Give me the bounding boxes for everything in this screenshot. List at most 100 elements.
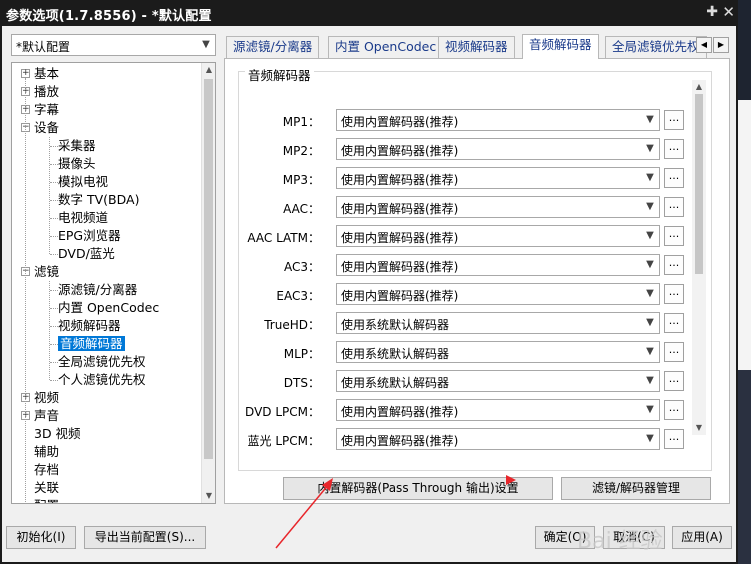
decoder-select[interactable]: 使用内置解码器(推荐) ▼ bbox=[336, 225, 660, 247]
tree-scrollbar[interactable]: ▲ ▼ bbox=[201, 63, 215, 503]
tree-item[interactable]: 采集器 bbox=[58, 137, 96, 155]
tree-item-label: 全局滤镜优先权 bbox=[58, 354, 146, 369]
tree-item-label: 声音 bbox=[34, 408, 60, 423]
scroll-up-icon[interactable]: ▲ bbox=[692, 80, 706, 94]
pin-icon[interactable]: ✚ bbox=[706, 4, 718, 20]
tree-item[interactable]: 摄像头 bbox=[58, 155, 96, 173]
background-app-strip-light bbox=[738, 100, 751, 370]
decoder-options-button[interactable]: ... bbox=[664, 168, 684, 188]
decoder-select-value: 使用内置解码器(推荐) bbox=[341, 405, 459, 419]
decoder-options-button[interactable]: ... bbox=[664, 284, 684, 304]
chevron-down-icon: ▼ bbox=[646, 172, 654, 183]
decoder-select-value: 使用内置解码器(推荐) bbox=[341, 173, 459, 187]
tree-item[interactable]: 声音 bbox=[34, 407, 59, 425]
tree-item[interactable]: 音频解码器 bbox=[58, 335, 125, 353]
decoder-label: AC3： bbox=[283, 260, 320, 274]
scroll-up-icon[interactable]: ▲ bbox=[202, 63, 215, 77]
decoder-options-button[interactable]: ... bbox=[664, 197, 684, 217]
decoder-options-button[interactable]: ... bbox=[664, 429, 684, 449]
decoder-options-button[interactable]: ... bbox=[664, 313, 684, 333]
tree-item-label: 视频 bbox=[34, 390, 60, 405]
tree-item[interactable]: 播放 bbox=[34, 83, 59, 101]
decoder-select-value: 使用系统默认解码器 bbox=[341, 376, 450, 390]
export-config-button[interactable]: 导出当前配置(S)... bbox=[84, 526, 206, 549]
tree-expander-icon[interactable]: + bbox=[21, 69, 30, 78]
chevron-down-icon: ▼ bbox=[646, 288, 654, 299]
scroll-thumb[interactable] bbox=[204, 79, 213, 459]
tree-item-label: 字幕 bbox=[34, 102, 60, 117]
decoder-label: 蓝光 LPCM： bbox=[247, 434, 320, 448]
decoder-select[interactable]: 使用内置解码器(推荐) ▼ bbox=[336, 109, 660, 131]
tree-item-label: 基本 bbox=[34, 66, 60, 81]
decoder-options-button[interactable]: ... bbox=[664, 255, 684, 275]
tree-item[interactable]: 基本 bbox=[34, 65, 59, 83]
tree-item[interactable]: 关联 bbox=[34, 479, 59, 497]
tab[interactable]: 全局滤镜优先权 bbox=[605, 36, 707, 58]
decoder-select[interactable]: 使用内置解码器(推荐) ▼ bbox=[336, 254, 660, 276]
close-icon[interactable]: ✕ bbox=[722, 3, 735, 21]
tree-item[interactable]: DVD/蓝光 bbox=[58, 245, 115, 263]
decoder-select-value: 使用系统默认解码器 bbox=[341, 347, 450, 361]
decoder-select[interactable]: 使用内置解码器(推荐) ▼ bbox=[336, 399, 660, 421]
chevron-down-icon: ▼ bbox=[646, 230, 654, 241]
decoder-select[interactable]: 使用内置解码器(推荐) ▼ bbox=[336, 196, 660, 218]
tree-item[interactable]: 源滤镜/分离器 bbox=[58, 281, 137, 299]
decoder-select[interactable]: 使用内置解码器(推荐) ▼ bbox=[336, 167, 660, 189]
decoder-select-value: 使用内置解码器(推荐) bbox=[341, 231, 459, 245]
tree-item[interactable]: 存档 bbox=[34, 461, 59, 479]
tree-item[interactable]: 3D 视频 bbox=[34, 425, 81, 443]
tree-item[interactable]: 滤镜 bbox=[34, 263, 59, 281]
tab[interactable]: 源滤镜/分离器 bbox=[226, 36, 320, 58]
decoder-options-button[interactable]: ... bbox=[664, 371, 684, 391]
tab[interactable]: 音频解码器 bbox=[522, 34, 599, 59]
scroll-thumb[interactable] bbox=[695, 94, 703, 274]
preset-value: *默认配置 bbox=[16, 40, 71, 54]
decoder-options-button[interactable]: ... bbox=[664, 400, 684, 420]
tree-item[interactable]: 模拟电视 bbox=[58, 173, 108, 191]
filter-manage-button[interactable]: 滤镜/解码器管理 bbox=[561, 477, 711, 500]
tree-item[interactable]: 字幕 bbox=[34, 101, 59, 119]
tree-item-label: 数字 TV(BDA) bbox=[58, 192, 140, 207]
tree-item[interactable]: 个人滤镜优先权 bbox=[58, 371, 146, 389]
tab-prev-icon[interactable]: ◀ bbox=[696, 37, 712, 53]
tree-item[interactable]: 视频解码器 bbox=[58, 317, 121, 335]
tree-item-label: 源滤镜/分离器 bbox=[58, 282, 138, 297]
tree-item[interactable]: 配置 bbox=[34, 497, 59, 503]
background-app-strip-dark bbox=[738, 370, 751, 564]
preset-dropdown[interactable]: *默认配置 ▼ bbox=[11, 34, 216, 56]
decoder-select-value: 使用内置解码器(推荐) bbox=[341, 202, 459, 216]
decoder-select[interactable]: 使用系统默认解码器 ▼ bbox=[336, 341, 660, 363]
tree-item[interactable]: 电视频道 bbox=[58, 209, 108, 227]
baidu-watermark-logo: Bai 经验 bbox=[577, 529, 663, 554]
tab[interactable]: 视频解码器 bbox=[438, 36, 515, 58]
tree-item[interactable]: 设备 bbox=[34, 119, 59, 137]
tree-item[interactable]: 辅助 bbox=[34, 443, 59, 461]
category-tree[interactable]: + 基本 + 播放 + 字幕 − 设备 采集器 摄像头 模拟电视 数字 TV(BDA) 电视频道 EPG浏… bbox=[11, 62, 216, 504]
decoder-options-button[interactable]: ... bbox=[664, 139, 684, 159]
tab-next-icon[interactable]: ▶ bbox=[713, 37, 729, 53]
decoder-options-button[interactable]: ... bbox=[664, 342, 684, 362]
decoder-select-value: 使用内置解码器(推荐) bbox=[341, 289, 459, 303]
tab[interactable]: 内置 OpenCodec bbox=[328, 36, 444, 58]
tree-item[interactable]: 数字 TV(BDA) bbox=[58, 191, 139, 209]
tree-item[interactable]: 视频 bbox=[34, 389, 59, 407]
panel-scrollbar[interactable]: ▲ ▼ bbox=[692, 80, 706, 435]
decoder-options-button[interactable]: ... bbox=[664, 110, 684, 130]
decoder-select[interactable]: 使用内置解码器(推荐) ▼ bbox=[336, 428, 660, 450]
decoder-select[interactable]: 使用系统默认解码器 ▼ bbox=[336, 370, 660, 392]
tree-item-label: 采集器 bbox=[58, 138, 96, 153]
decoder-select[interactable]: 使用内置解码器(推荐) ▼ bbox=[336, 138, 660, 160]
decoder-select[interactable]: 使用内置解码器(推荐) ▼ bbox=[336, 283, 660, 305]
title-bar: 参数选项(1.7.8556) - *默认配置 ✚ ✕ bbox=[0, 0, 738, 26]
tree-item[interactable]: EPG浏览器 bbox=[58, 227, 121, 245]
scroll-down-icon[interactable]: ▼ bbox=[202, 489, 215, 503]
decoder-label: MP3： bbox=[282, 173, 320, 187]
chevron-down-icon: ▼ bbox=[646, 404, 654, 415]
tree-item[interactable]: 全局滤镜优先权 bbox=[58, 353, 146, 371]
tree-item[interactable]: 内置 OpenCodec bbox=[58, 299, 159, 317]
scroll-down-icon[interactable]: ▼ bbox=[692, 421, 706, 435]
decoder-options-button[interactable]: ... bbox=[664, 226, 684, 246]
passthrough-settings-button[interactable]: 内置解码器(Pass Through 输出)设置 bbox=[283, 477, 553, 500]
init-button[interactable]: 初始化(I) bbox=[6, 526, 76, 549]
decoder-select[interactable]: 使用系统默认解码器 ▼ bbox=[336, 312, 660, 334]
